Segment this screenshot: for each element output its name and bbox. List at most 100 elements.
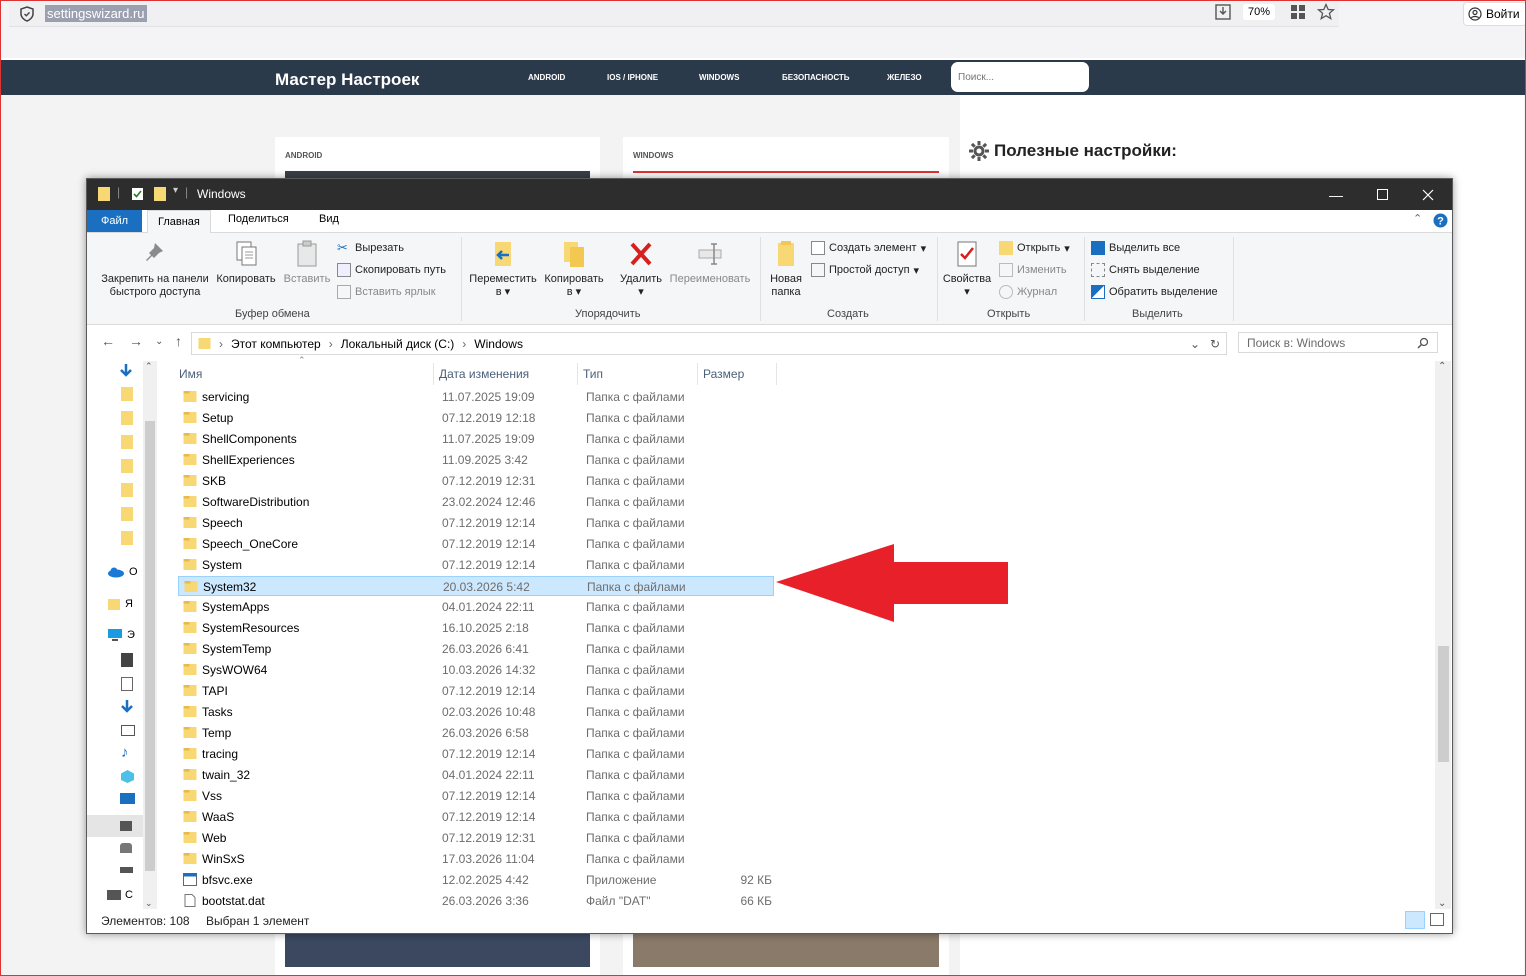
document-icon[interactable] bbox=[121, 677, 133, 691]
table-row[interactable]: servicing 11.07.2025 19:09 Папка с файлами bbox=[178, 387, 774, 407]
table-row[interactable]: System32 20.03.2026 5:42 Папка с файлами bbox=[178, 576, 774, 596]
table-row[interactable]: SoftwareDistribution 23.02.2024 12:46 Папк… bbox=[178, 492, 774, 512]
table-row[interactable]: Vss 07.12.2019 12:14 Папка с файлами bbox=[178, 786, 774, 806]
network-drive-icon[interactable] bbox=[120, 843, 132, 853]
up-arrow-icon[interactable]: ↑ bbox=[175, 333, 182, 349]
table-row[interactable]: SystemResources 16.10.2025 2:18 Папка с фа… bbox=[178, 618, 774, 638]
scroll-up-icon[interactable]: ⌃ bbox=[145, 361, 153, 372]
file-list-scrollbar-thumb[interactable] bbox=[1438, 646, 1449, 762]
invert-selection-button[interactable]: Обратить выделение bbox=[1091, 285, 1218, 299]
details-view-icon[interactable] bbox=[1405, 911, 1425, 929]
drive-icon[interactable] bbox=[120, 867, 133, 873]
nav-scrollbar-thumb[interactable] bbox=[145, 421, 155, 871]
refresh-icon[interactable]: ↻ bbox=[1210, 337, 1220, 351]
folder-icon[interactable] bbox=[121, 435, 133, 449]
column-header-size[interactable]: Размер bbox=[703, 367, 744, 381]
table-row[interactable]: SystemApps 04.01.2024 22:11 Папка с файлам… bbox=[178, 597, 774, 617]
table-row[interactable]: TAPI 07.12.2019 12:14 Папка с файлами bbox=[178, 681, 774, 701]
table-row[interactable]: tracing 07.12.2019 12:14 Папка с файлами bbox=[178, 744, 774, 764]
table-row[interactable]: WaaS 07.12.2019 12:14 Папка с файлами bbox=[178, 807, 774, 827]
minimize-button[interactable]: — bbox=[1313, 179, 1359, 210]
folder-icon[interactable] bbox=[121, 387, 133, 401]
download-arrow-icon[interactable] bbox=[119, 363, 133, 379]
music-icon[interactable]: ♪ bbox=[121, 744, 129, 761]
table-row[interactable]: SKB 07.12.2019 12:31 Папка с файлами bbox=[178, 471, 774, 491]
column-divider[interactable] bbox=[776, 363, 777, 385]
3d-objects-icon[interactable] bbox=[120, 769, 135, 784]
collapse-ribbon-icon[interactable]: ⌃ bbox=[1413, 212, 1422, 225]
folder-icon[interactable] bbox=[121, 459, 133, 473]
copy-path-button[interactable]: Скопировать путь bbox=[337, 263, 446, 277]
breadcrumb[interactable]: › Этот компьютер › Локальный диск (C:) ›… bbox=[191, 332, 1227, 355]
title-bar[interactable]: | ▾ | Windows — bbox=[87, 179, 1452, 210]
recent-locations-icon[interactable]: ⌄ bbox=[155, 336, 163, 347]
chevron-down-icon[interactable]: ⌄ bbox=[1190, 337, 1200, 351]
back-arrow-icon[interactable]: ← bbox=[101, 333, 115, 349]
breadcrumb-local-disk[interactable]: Локальный диск (C:) bbox=[341, 337, 455, 351]
large-icons-view-icon[interactable] bbox=[1430, 913, 1444, 926]
forward-arrow-icon[interactable]: → bbox=[129, 333, 143, 349]
copy-button[interactable]: Копировать bbox=[213, 239, 279, 286]
column-divider[interactable] bbox=[433, 363, 434, 385]
close-button[interactable] bbox=[1405, 179, 1451, 210]
download-icon[interactable] bbox=[1214, 3, 1232, 21]
table-row[interactable]: System 07.12.2019 12:14 Папка с файлами bbox=[178, 555, 774, 575]
column-divider[interactable] bbox=[577, 363, 578, 385]
pin-quick-access-button[interactable]: Закрепить на панели быстрого доступа bbox=[93, 239, 217, 299]
nav-android[interactable]: ANDROID bbox=[528, 73, 565, 82]
select-none-button[interactable]: Снять выделение bbox=[1091, 263, 1200, 277]
nav-windows[interactable]: WINDOWS bbox=[699, 73, 739, 82]
copy-to-button[interactable]: Копировать в ▾ bbox=[541, 239, 607, 299]
open-button[interactable]: Открыть ▾ bbox=[999, 241, 1070, 255]
table-row[interactable]: Speech 07.12.2019 12:14 Папка с файлами bbox=[178, 513, 774, 533]
column-header-date[interactable]: Дата изменения bbox=[439, 367, 529, 381]
table-row[interactable]: bfsvc.exe 12.02.2025 4:42 Приложение 92 КБ bbox=[178, 870, 774, 890]
table-row[interactable]: WinSxS 17.03.2026 11:04 Папка с файлами bbox=[178, 849, 774, 869]
search-input[interactable]: Поиск в: Windows bbox=[1238, 332, 1438, 353]
scroll-down-icon[interactable]: ⌄ bbox=[145, 898, 153, 909]
nav-ios[interactable]: IOS / IPHONE bbox=[607, 73, 658, 82]
folder-icon[interactable] bbox=[121, 483, 133, 497]
history-button[interactable]: Журнал bbox=[999, 285, 1057, 299]
nav-scrollbar[interactable]: ⌃ ⌄ bbox=[143, 361, 157, 909]
address-bar[interactable]: settingswizard.ru bbox=[9, 2, 1339, 27]
login-button[interactable]: Войти bbox=[1463, 2, 1526, 26]
column-header-name[interactable]: Имя bbox=[179, 367, 202, 381]
folder-icon[interactable] bbox=[121, 531, 133, 545]
breadcrumb-windows[interactable]: Windows bbox=[474, 337, 523, 351]
move-to-button[interactable]: Переместить в ▾ bbox=[467, 239, 539, 299]
cut-button[interactable]: ✂ Вырезать bbox=[337, 241, 404, 255]
delete-button[interactable]: Удалить ▾ bbox=[615, 239, 667, 299]
paste-button[interactable]: Вставить bbox=[279, 239, 335, 286]
nav-security[interactable]: БЕЗОПАСНОСТЬ bbox=[782, 73, 850, 82]
drive-icon[interactable] bbox=[121, 653, 133, 667]
zoom-level[interactable]: 70% bbox=[1243, 4, 1276, 20]
table-row[interactable]: Speech_OneCore 07.12.2019 12:14 Папка с фа… bbox=[178, 534, 774, 554]
new-folder-qat-icon[interactable] bbox=[153, 186, 167, 202]
image-icon[interactable] bbox=[121, 725, 135, 736]
star-icon[interactable] bbox=[1317, 3, 1335, 21]
site-search-input[interactable] bbox=[951, 62, 1089, 92]
scroll-down-icon[interactable]: ⌄ bbox=[1438, 898, 1446, 909]
column-header-type[interactable]: Тип bbox=[583, 367, 603, 381]
table-row[interactable]: Web 07.12.2019 12:31 Папка с файлами bbox=[178, 828, 774, 848]
folder-icon[interactable] bbox=[121, 507, 133, 521]
edit-button[interactable]: Изменить bbox=[999, 263, 1067, 277]
scroll-up-icon[interactable]: ⌃ bbox=[1438, 361, 1446, 372]
nav-item-selected[interactable] bbox=[87, 815, 143, 837]
download-arrow-icon[interactable] bbox=[120, 699, 134, 715]
folder-icon[interactable] bbox=[121, 411, 133, 425]
column-divider[interactable] bbox=[697, 363, 698, 385]
desktop-icon[interactable] bbox=[120, 793, 135, 804]
table-row[interactable]: Temp 26.03.2026 6:58 Папка с файлами bbox=[178, 723, 774, 743]
table-row[interactable]: ShellComponents 11.07.2025 19:09 Папка с ф… bbox=[178, 429, 774, 449]
table-row[interactable]: twain_32 04.01.2024 22:11 Папка с файлами bbox=[178, 765, 774, 785]
table-row[interactable]: SysWOW64 10.03.2026 14:32 Папка с файлами bbox=[178, 660, 774, 680]
properties-qat-icon[interactable] bbox=[131, 187, 144, 201]
tab-home[interactable]: Главная bbox=[147, 210, 211, 234]
table-row[interactable]: ShellExperiences 11.09.2025 3:42 Папка с ф… bbox=[178, 450, 774, 470]
breadcrumb-this-pc[interactable]: Этот компьютер bbox=[231, 337, 321, 351]
url-text[interactable]: settingswizard.ru bbox=[45, 5, 147, 22]
rename-button[interactable]: Переименовать bbox=[665, 239, 755, 286]
site-title[interactable]: Мастер Настроек bbox=[275, 70, 419, 90]
